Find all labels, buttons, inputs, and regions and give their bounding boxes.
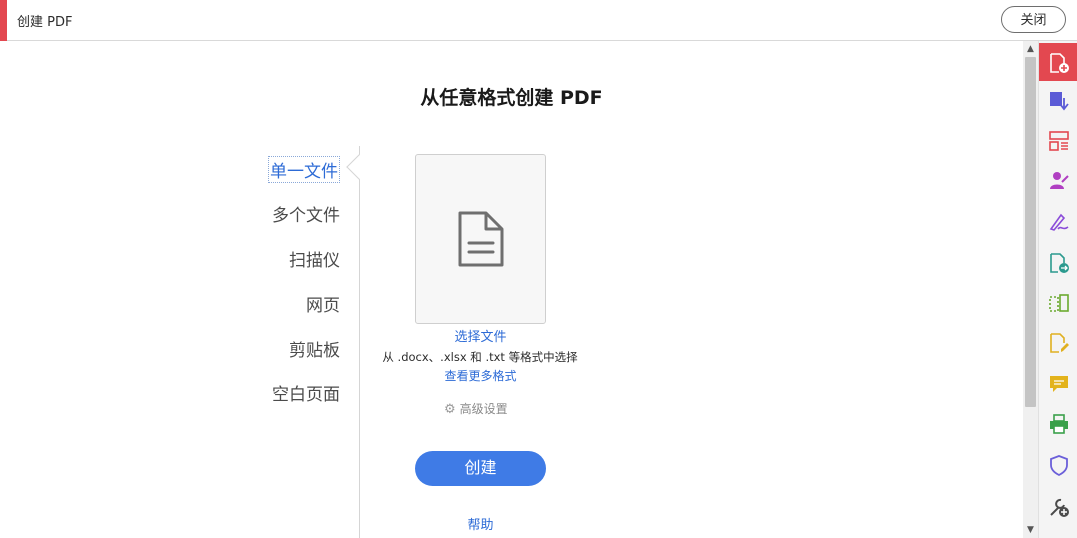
- window-title: 创建 PDF: [17, 15, 73, 30]
- tool-send-for-review[interactable]: [1039, 243, 1077, 281]
- compare-files-icon: [1049, 294, 1069, 312]
- tool-more-tools[interactable]: [1039, 487, 1077, 525]
- title-accent-strip: [0, 0, 7, 41]
- title-bar: 创建 PDF 关闭: [0, 0, 1077, 41]
- organize-pages-icon: [1049, 131, 1069, 151]
- advanced-settings-label: 高级设置: [459, 402, 508, 416]
- tool-fill-sign[interactable]: [1039, 202, 1077, 240]
- advanced-settings-link[interactable]: ⚙ 高级设置: [444, 400, 508, 417]
- tools-rail: [1038, 41, 1077, 538]
- comment-icon: [1050, 376, 1068, 392]
- tool-edit-pdf[interactable]: [1039, 323, 1077, 361]
- scroll-up-arrow-icon[interactable]: ▲: [1023, 42, 1038, 56]
- request-signature-icon: [1050, 172, 1069, 189]
- export-pdf-icon: [1050, 92, 1069, 111]
- tool-request-signature[interactable]: [1039, 161, 1077, 199]
- nav-selection-pointer: [346, 154, 372, 180]
- nav-item-multiple-files[interactable]: 多个文件: [272, 201, 340, 226]
- send-for-review-icon: [1050, 253, 1069, 273]
- protect-icon: [1050, 455, 1068, 476]
- document-icon: [458, 211, 504, 267]
- tool-comment[interactable]: [1039, 364, 1077, 402]
- nav-item-scanner[interactable]: 扫描仪: [289, 246, 340, 271]
- tool-protect[interactable]: [1039, 445, 1077, 483]
- close-button[interactable]: 关闭: [1001, 6, 1066, 33]
- page-title: 从任意格式创建 PDF: [420, 87, 603, 109]
- scroll-down-arrow-icon[interactable]: ▼: [1023, 523, 1038, 537]
- create-pdf-icon: [1050, 53, 1069, 73]
- nav-item-web-page[interactable]: 网页: [306, 291, 340, 316]
- nav-item-single-file[interactable]: 单一文件: [268, 156, 340, 183]
- file-drop-zone[interactable]: [415, 154, 546, 324]
- gear-icon: ⚙: [444, 402, 456, 417]
- tool-compare-files[interactable]: [1039, 283, 1077, 321]
- supported-formats-text: 从 .docx、.xlsx 和 .txt 等格式中选择: [382, 350, 578, 364]
- help-link[interactable]: 帮助: [415, 514, 546, 533]
- tool-print-production[interactable]: [1039, 404, 1077, 442]
- create-button[interactable]: 创建: [415, 451, 546, 486]
- tool-organize-pages[interactable]: [1039, 121, 1077, 159]
- nav-item-blank-page[interactable]: 空白页面: [272, 380, 340, 405]
- fill-sign-icon: [1049, 213, 1069, 231]
- nav-item-clipboard[interactable]: 剪贴板: [289, 336, 340, 361]
- scroll-thumb[interactable]: [1025, 57, 1036, 407]
- more-formats-link[interactable]: 查看更多格式: [415, 367, 546, 384]
- select-file-link[interactable]: 选择文件: [415, 326, 546, 345]
- nav-divider: [359, 146, 360, 538]
- print-production-icon: [1050, 414, 1068, 434]
- vertical-scrollbar[interactable]: ▲ ▼: [1023, 41, 1038, 538]
- create-pdf-panel: 从任意格式创建 PDF 单一文件 多个文件 扫描仪 网页 剪贴板 空白页面 选择…: [0, 41, 1023, 538]
- more-tools-icon: [1050, 498, 1069, 517]
- edit-pdf-icon: [1050, 333, 1069, 353]
- tool-export-pdf[interactable]: [1039, 81, 1077, 119]
- tool-create-pdf[interactable]: [1039, 43, 1077, 81]
